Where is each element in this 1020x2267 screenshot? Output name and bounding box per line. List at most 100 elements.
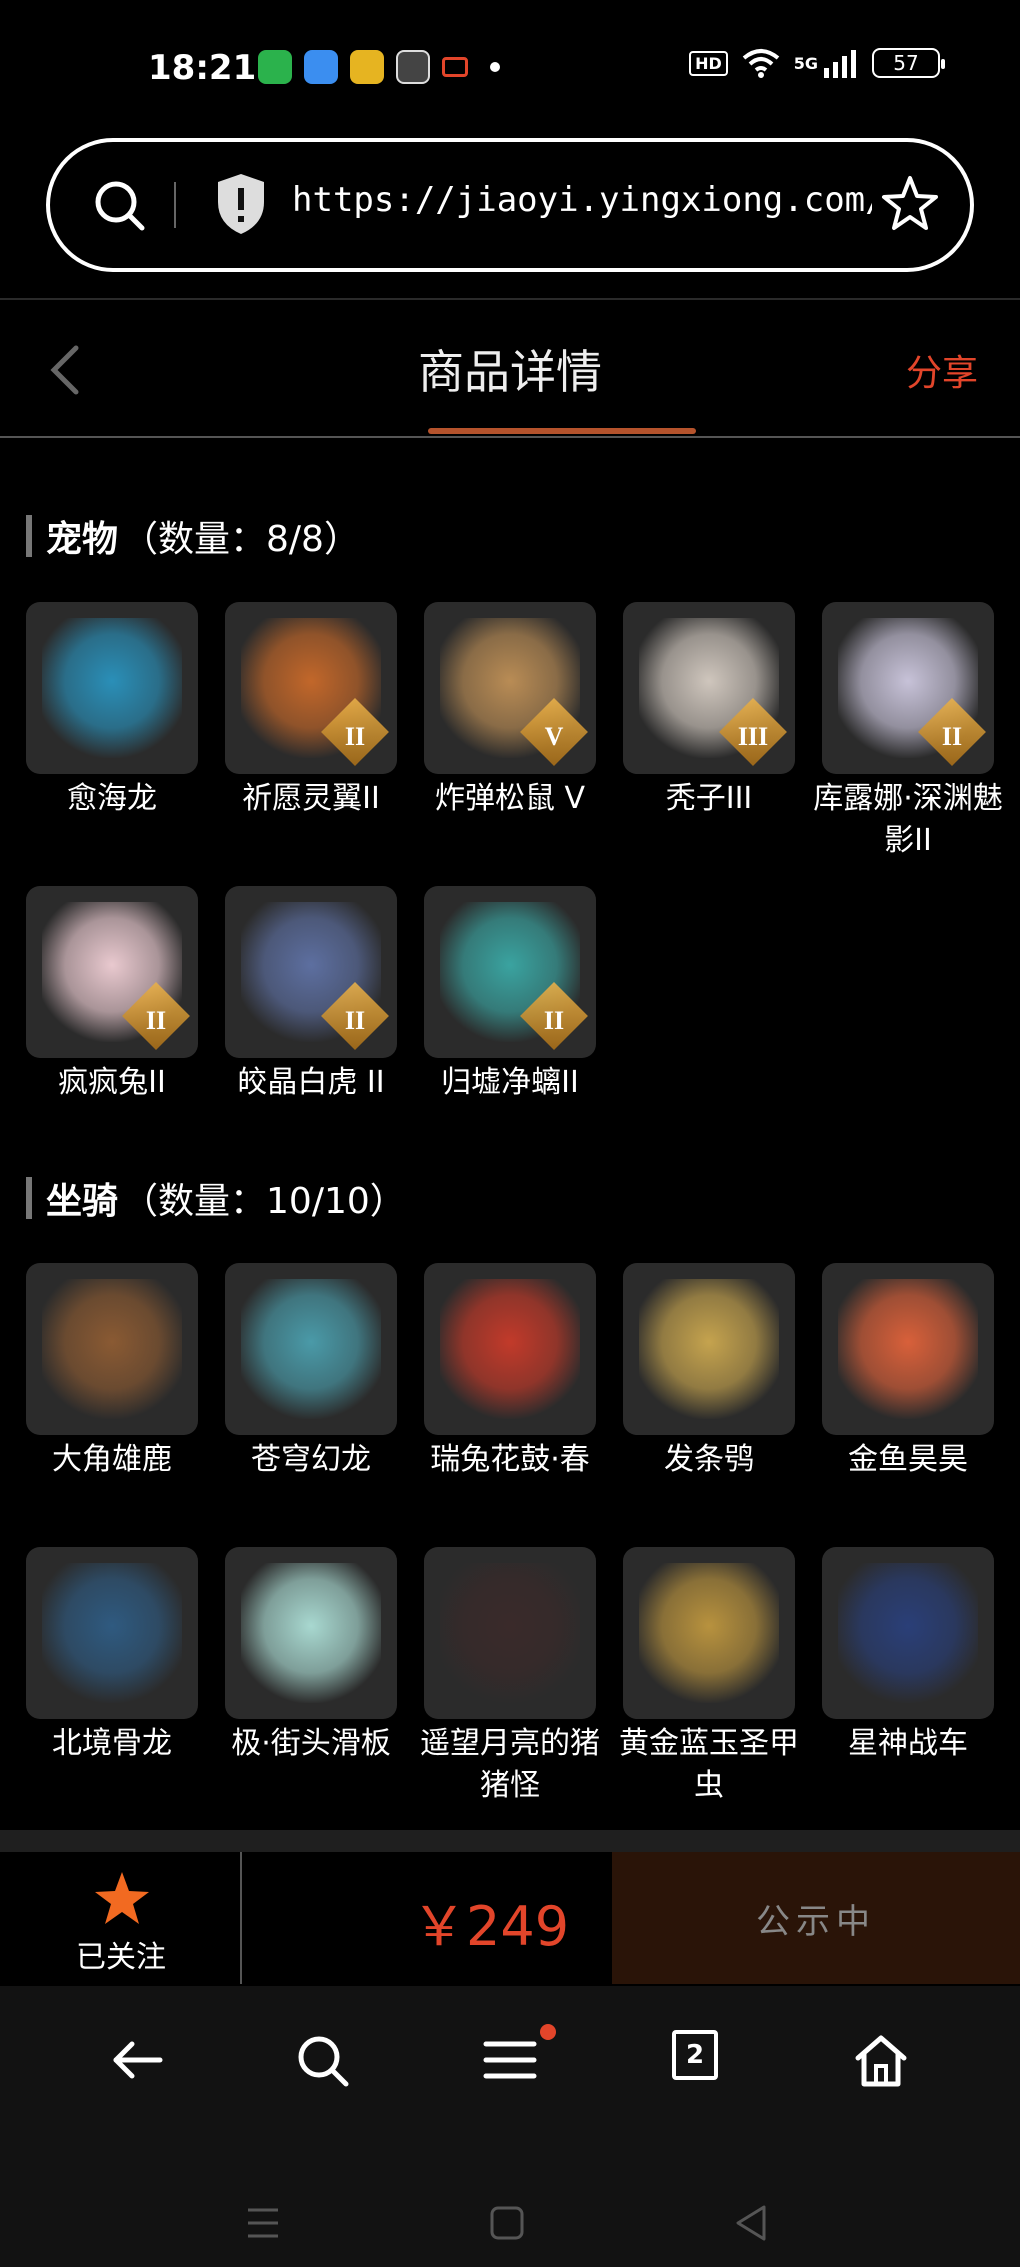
item-thumbnail — [822, 1547, 994, 1719]
item-name: 秃子III — [665, 781, 753, 816]
item-tile[interactable]: II 疯疯兔II — [26, 886, 198, 1104]
item-image — [838, 1279, 978, 1419]
app-game-icon — [396, 50, 430, 84]
item-tile[interactable]: III 秃子III — [623, 602, 795, 820]
item-thumbnail: II — [26, 886, 198, 1058]
status-notification-icons — [258, 50, 500, 84]
item-name: 大角雄鹿 — [52, 1442, 172, 1477]
item-name: 苍穹幻龙 — [251, 1442, 371, 1477]
shield-icon[interactable] — [214, 172, 268, 236]
home-square-icon[interactable] — [490, 2206, 524, 2240]
item-tile[interactable]: II 库露娜·深渊魅影II — [813, 602, 1003, 862]
menu-icon[interactable] — [482, 2032, 538, 2088]
item-name: 归墟净螭II — [441, 1065, 579, 1100]
recents-icon[interactable] — [246, 2206, 280, 2240]
pets-section-title: 宠物 — [46, 519, 119, 560]
item-tile[interactable]: 愈海龙 — [26, 602, 198, 820]
item-thumbnail — [623, 1263, 795, 1435]
item-thumbnail: II — [424, 886, 596, 1058]
status-time: 18:21 — [148, 48, 257, 88]
screen-record-icon — [442, 57, 468, 77]
share-button[interactable]: 分享 — [906, 344, 978, 396]
search-icon[interactable] — [294, 2032, 352, 2090]
signal-icon — [824, 50, 856, 78]
item-image — [42, 618, 182, 758]
pets-section-count: （数量：8/8） — [122, 519, 360, 560]
item-thumbnail: V — [424, 602, 596, 774]
item-tile[interactable]: 苍穹幻龙 — [225, 1263, 397, 1481]
item-thumbnail: II — [225, 602, 397, 774]
item-tile[interactable]: 遥望月亮的猪猪怪 — [420, 1547, 600, 1807]
back-arrow-icon[interactable] — [110, 2032, 166, 2088]
status-bar: 18:21 HD 5G 57 — [0, 0, 1020, 136]
follow-button[interactable]: 已关注 — [0, 1852, 242, 1984]
mounts-section-count: （数量：10/10） — [122, 1181, 406, 1222]
tier-badge-label: II — [344, 1006, 366, 1035]
wechat-app-icon — [258, 50, 292, 84]
section-marker — [26, 515, 32, 557]
item-image — [639, 1279, 779, 1419]
page-header: 商品详情 分享 — [0, 298, 1020, 438]
item-thumbnail: II — [822, 602, 994, 774]
item-name: 愈海龙 — [67, 781, 157, 816]
item-image — [440, 1279, 580, 1419]
item-thumbnail: II — [225, 886, 397, 1058]
title-underline — [428, 428, 696, 434]
section-marker — [26, 1177, 32, 1219]
address-divider — [174, 182, 176, 228]
item-tile[interactable]: 大角雄鹿 — [26, 1263, 198, 1481]
tier-badge-label: II — [941, 722, 963, 751]
dot-icon — [490, 62, 500, 72]
item-image — [42, 1563, 182, 1703]
item-image — [241, 1563, 381, 1703]
item-name: 极·街头滑板 — [231, 1726, 391, 1761]
item-name: 北境骨龙 — [52, 1726, 172, 1761]
item-tile[interactable]: II 皎晶白虎 II — [225, 886, 397, 1104]
app-blue-icon — [304, 50, 338, 84]
item-tile[interactable]: 金鱼昊昊 — [822, 1263, 994, 1481]
item-tile[interactable]: 黄金蓝玉圣甲虫 — [619, 1547, 799, 1807]
tier-badge-label: II — [344, 722, 366, 751]
item-name: 黄金蓝玉圣甲虫 — [619, 1726, 799, 1803]
star-filled-icon — [95, 1872, 149, 1924]
item-name: 炸弹松鼠 V — [434, 781, 586, 816]
item-tile[interactable]: 瑞兔花鼓·春 — [424, 1263, 596, 1481]
item-name: 瑞兔花鼓·春 — [430, 1442, 590, 1477]
tier-badge-label: II — [543, 1006, 565, 1035]
mounts-section-heading: 坐骑 （数量：10/10） — [26, 1172, 406, 1224]
tier-badge-label: II — [145, 1006, 167, 1035]
search-icon[interactable] — [90, 176, 150, 236]
mounts-section-title: 坐骑 — [46, 1181, 119, 1222]
system-navigation-bar — [0, 2132, 1020, 2267]
item-image — [42, 1279, 182, 1419]
url-text[interactable]: https://jiaoyi.yingxiong.com/goo··· — [292, 180, 872, 220]
status-button[interactable]: 公示中 — [612, 1852, 1020, 1984]
item-tile[interactable]: V 炸弹松鼠 V — [424, 602, 596, 820]
item-tile[interactable]: 极·街头滑板 — [225, 1547, 397, 1765]
item-thumbnail — [26, 1547, 198, 1719]
star-icon[interactable] — [878, 172, 942, 236]
item-tile[interactable]: 北境骨龙 — [26, 1547, 198, 1765]
item-thumbnail — [822, 1263, 994, 1435]
hd-badge: HD — [689, 50, 728, 76]
item-tile[interactable]: II 祈愿灵翼II — [225, 602, 397, 820]
home-icon[interactable] — [852, 2032, 910, 2090]
tabs-button[interactable]: 2 — [672, 2030, 718, 2080]
item-tile[interactable]: 星神战车 — [822, 1547, 994, 1765]
wifi-icon — [742, 49, 780, 78]
status-right-icons: HD 5G 57 — [689, 48, 945, 78]
address-bar[interactable]: https://jiaoyi.yingxiong.com/goo··· — [46, 138, 974, 272]
item-thumbnail — [424, 1263, 596, 1435]
item-thumbnail: III — [623, 602, 795, 774]
follow-label: 已关注 — [76, 1940, 166, 1975]
item-tile[interactable]: 发条鸮 — [623, 1263, 795, 1481]
item-tile[interactable]: II 归墟净螭II — [424, 886, 596, 1104]
item-name: 发条鸮 — [664, 1442, 754, 1477]
item-image — [241, 1279, 381, 1419]
back-triangle-icon[interactable] — [734, 2204, 768, 2242]
item-name: 金鱼昊昊 — [848, 1442, 968, 1477]
item-thumbnail — [26, 602, 198, 774]
item-name: 星神战车 — [848, 1726, 968, 1761]
action-bar: 已关注 ￥249 公示中 — [0, 1852, 1020, 1984]
item-thumbnail — [225, 1547, 397, 1719]
